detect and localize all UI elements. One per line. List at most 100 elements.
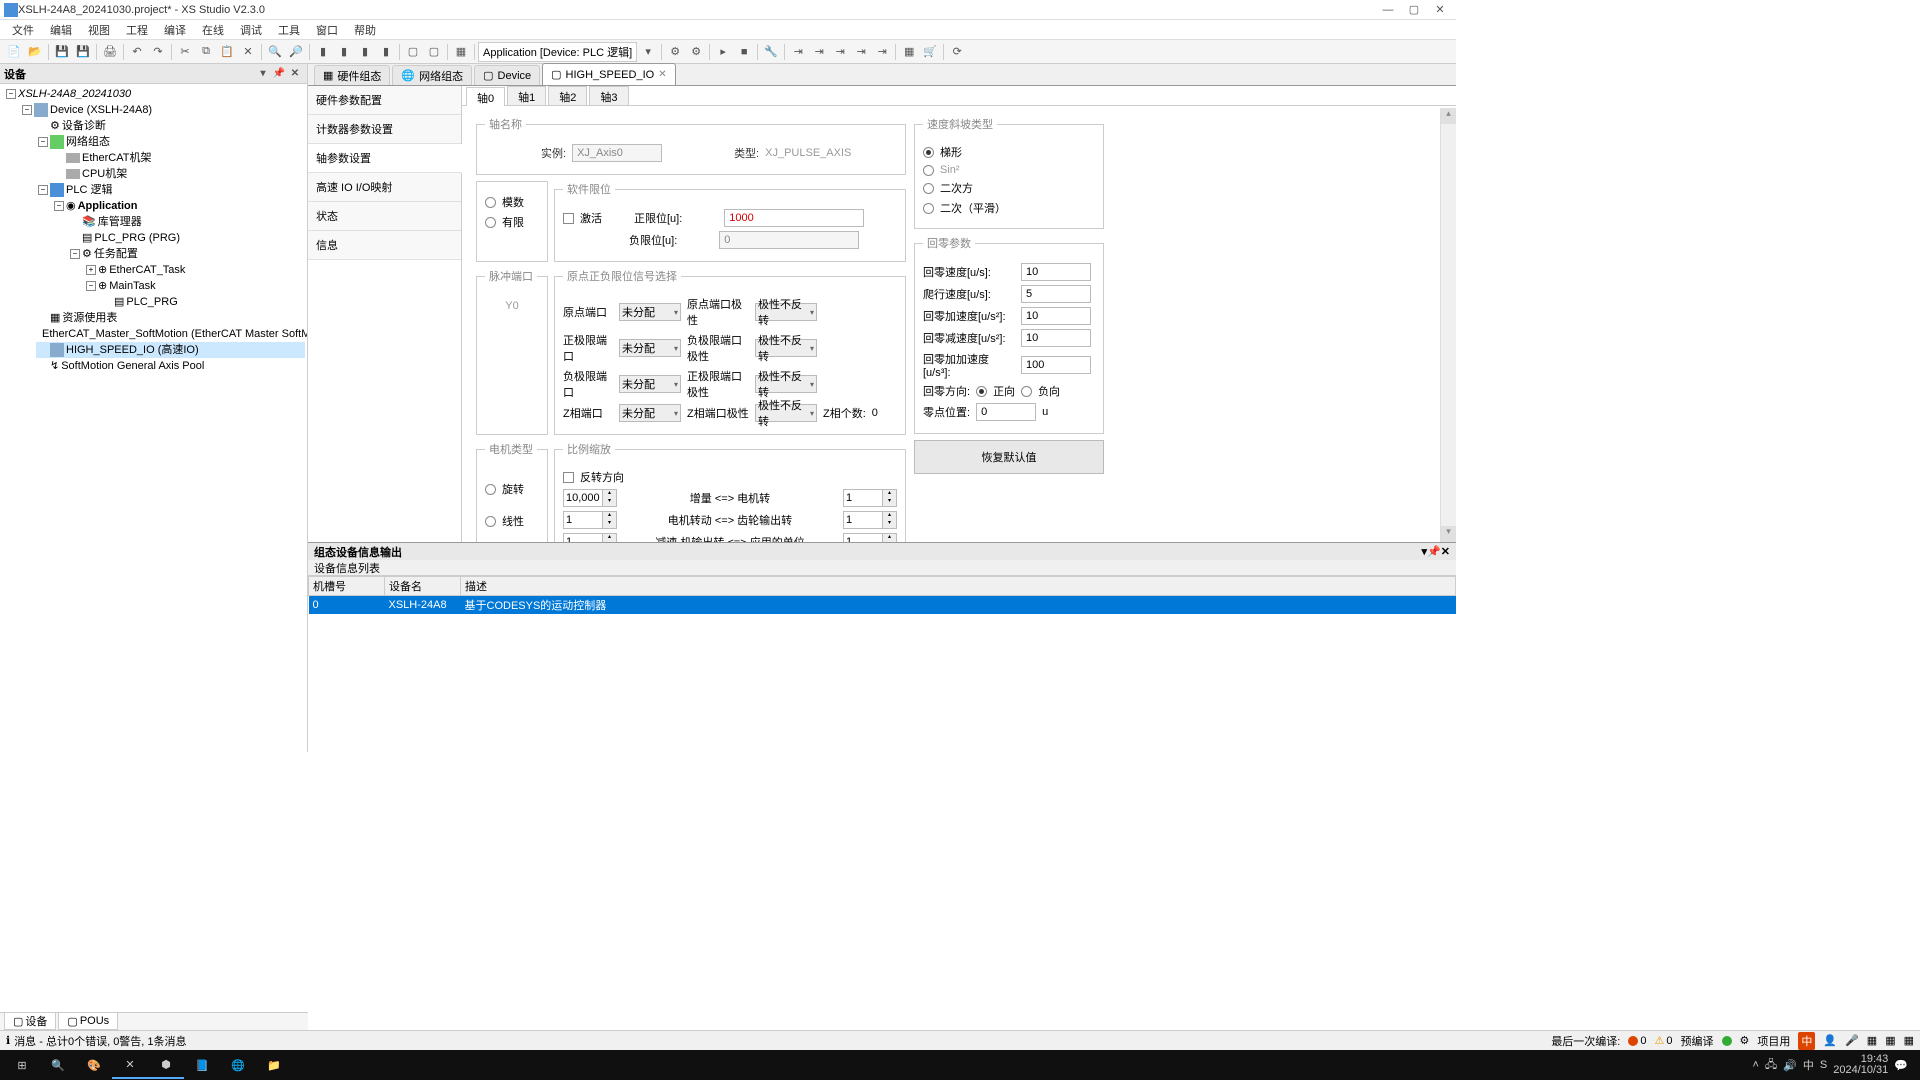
- tb-undo[interactable]: ↶: [127, 42, 147, 62]
- tree-toggle[interactable]: −: [54, 201, 64, 211]
- tree-lib[interactable]: 库管理器: [98, 214, 142, 230]
- tb-wrench[interactable]: 🔧: [761, 42, 781, 62]
- tree-smpool[interactable]: SoftMotion General Axis Pool: [61, 358, 204, 374]
- nav-counter[interactable]: 计数器参数设置: [308, 115, 461, 144]
- tb-cut[interactable]: ✂: [175, 42, 195, 62]
- nav-iomap[interactable]: 高速 IO I/O映射: [308, 173, 461, 202]
- tray-vol-icon[interactable]: 🔊: [1783, 1059, 1797, 1072]
- radio-sin2[interactable]: [923, 165, 934, 176]
- tree-toggle[interactable]: −: [86, 281, 96, 291]
- radio-modal[interactable]: [485, 197, 496, 208]
- menu-project[interactable]: 工程: [118, 20, 156, 40]
- tb-delete[interactable]: ✕: [238, 42, 258, 62]
- tb-step4[interactable]: ⇥: [851, 42, 871, 62]
- tree-device[interactable]: Device (XSLH-24A8): [50, 102, 152, 118]
- nav-info[interactable]: 信息: [308, 231, 461, 260]
- subtab-axis3[interactable]: 轴3: [589, 86, 628, 105]
- pos-limit-input[interactable]: [724, 209, 864, 227]
- restore-defaults-button[interactable]: 恢复默认值: [914, 440, 1104, 474]
- reverse-checkbox[interactable]: [563, 472, 574, 483]
- radio-dir-neg[interactable]: [1021, 386, 1032, 397]
- taskbar-app2[interactable]: ✕: [112, 1051, 148, 1079]
- tree-taskcfg[interactable]: 任务配置: [94, 246, 138, 262]
- inc-spin[interactable]: ▴▾: [563, 489, 617, 507]
- tb-step3[interactable]: ⇥: [830, 42, 850, 62]
- tab-hardware[interactable]: ▦硬件组态: [314, 65, 390, 85]
- tb-step5[interactable]: ⇥: [872, 42, 892, 62]
- inc-right-spin[interactable]: ▴▾: [843, 489, 897, 507]
- tb-open[interactable]: 📂: [25, 42, 45, 62]
- menu-help[interactable]: 帮助: [346, 20, 384, 40]
- minimize-button[interactable]: —: [1376, 1, 1400, 19]
- col-devname[interactable]: 设备名: [385, 577, 461, 596]
- activate-checkbox[interactable]: [563, 213, 574, 224]
- tab-network[interactable]: 🌐网络组态: [392, 65, 472, 85]
- menu-file[interactable]: 文件: [4, 20, 42, 40]
- output-close-icon[interactable]: ✕: [1441, 545, 1450, 558]
- tb-paste[interactable]: 📋: [217, 42, 237, 62]
- bottom-tab-pou[interactable]: ▢POUs: [58, 1013, 118, 1030]
- close-button[interactable]: ✕: [1428, 1, 1452, 19]
- tree-plcprg[interactable]: PLC_PRG: [126, 294, 177, 310]
- radio-rotary[interactable]: [485, 484, 496, 495]
- taskbar-app3[interactable]: ⬢: [148, 1051, 184, 1079]
- tb-stop[interactable]: ■: [734, 42, 754, 62]
- radio-trap[interactable]: [923, 147, 934, 158]
- taskbar-explorer[interactable]: 📁: [256, 1051, 292, 1079]
- tb-dropdown[interactable]: ▾: [638, 42, 658, 62]
- tree-netcfg[interactable]: 网络组态: [66, 134, 110, 150]
- tb-find[interactable]: 🔍: [265, 42, 285, 62]
- start-button[interactable]: ⊞: [4, 1051, 40, 1079]
- unit-right-spin[interactable]: ▴▾: [843, 533, 897, 542]
- subtab-axis1[interactable]: 轴1: [507, 86, 546, 105]
- status-icon[interactable]: ▦: [1885, 1034, 1895, 1047]
- runtime-icon[interactable]: ⚙: [1740, 1034, 1750, 1047]
- nav-axis[interactable]: 轴参数设置: [308, 144, 462, 173]
- tb-box2[interactable]: ▢: [424, 42, 444, 62]
- radio-dir-pos[interactable]: [976, 386, 987, 397]
- tb-print[interactable]: 🖨: [100, 42, 120, 62]
- tree-maintask[interactable]: MainTask: [109, 278, 155, 294]
- radio-quadsm[interactable]: [923, 203, 934, 214]
- tray-net-icon[interactable]: 🖧: [1765, 1056, 1777, 1075]
- pos-pol-select[interactable]: 极性不反转▾: [755, 375, 817, 393]
- subtab-axis2[interactable]: 轴2: [548, 86, 587, 105]
- menu-edit[interactable]: 编辑: [42, 20, 80, 40]
- output-pin-icon[interactable]: 📌: [1427, 545, 1441, 558]
- tree-cpu[interactable]: CPU机架: [82, 166, 127, 182]
- unit-left-spin[interactable]: ▴▾: [563, 533, 617, 542]
- z-port-select[interactable]: 未分配▾: [619, 404, 681, 422]
- nav-status[interactable]: 状态: [308, 202, 461, 231]
- tray-up-icon[interactable]: ˄: [1752, 1059, 1758, 1071]
- tray-notif-icon[interactable]: 💬: [1894, 1059, 1908, 1072]
- bottom-tab-device[interactable]: ▢设备: [4, 1013, 56, 1030]
- tb-save[interactable]: 💾: [52, 42, 72, 62]
- tree-plcprg-prg[interactable]: PLC_PRG (PRG): [94, 230, 180, 246]
- table-row[interactable]: 0 XSLH-24A8 基于CODESYS的运动控制器: [309, 596, 1456, 615]
- tree-toggle[interactable]: −: [22, 105, 32, 115]
- tb-gear2[interactable]: ⚙: [686, 42, 706, 62]
- homing-speed-input[interactable]: [1021, 263, 1091, 281]
- tree-resuse[interactable]: 资源使用表: [62, 310, 117, 326]
- neg-lim-select[interactable]: 未分配▾: [619, 375, 681, 393]
- tree-ecat-task[interactable]: EtherCAT_Task: [109, 262, 185, 278]
- tb-redo[interactable]: ↷: [148, 42, 168, 62]
- tb-bookmark4[interactable]: ▮: [376, 42, 396, 62]
- tray-ime-icon[interactable]: 中: [1803, 1057, 1814, 1073]
- menu-view[interactable]: 视图: [80, 20, 118, 40]
- gear-left-spin[interactable]: ▴▾: [563, 511, 617, 529]
- tb-box1[interactable]: ▢: [403, 42, 423, 62]
- tb-bookmark2[interactable]: ▮: [334, 42, 354, 62]
- z-pol-select[interactable]: 极性不反转▾: [755, 404, 817, 422]
- subtab-axis0[interactable]: 轴0: [466, 87, 505, 106]
- tree-toggle[interactable]: −: [6, 89, 16, 99]
- tb-saveall[interactable]: 💾: [73, 42, 93, 62]
- panel-pin-icon[interactable]: 📌: [271, 66, 287, 82]
- app-selector[interactable]: Application [Device: PLC 逻辑]: [478, 42, 637, 62]
- tree-project[interactable]: XSLH-24A8_20241030: [18, 86, 131, 102]
- taskbar-app1[interactable]: 🎨: [76, 1051, 112, 1079]
- tb-step1[interactable]: ⇥: [788, 42, 808, 62]
- tb-new[interactable]: 📄: [4, 42, 24, 62]
- tree-plclogic[interactable]: PLC 逻辑: [66, 182, 112, 198]
- menu-online[interactable]: 在线: [194, 20, 232, 40]
